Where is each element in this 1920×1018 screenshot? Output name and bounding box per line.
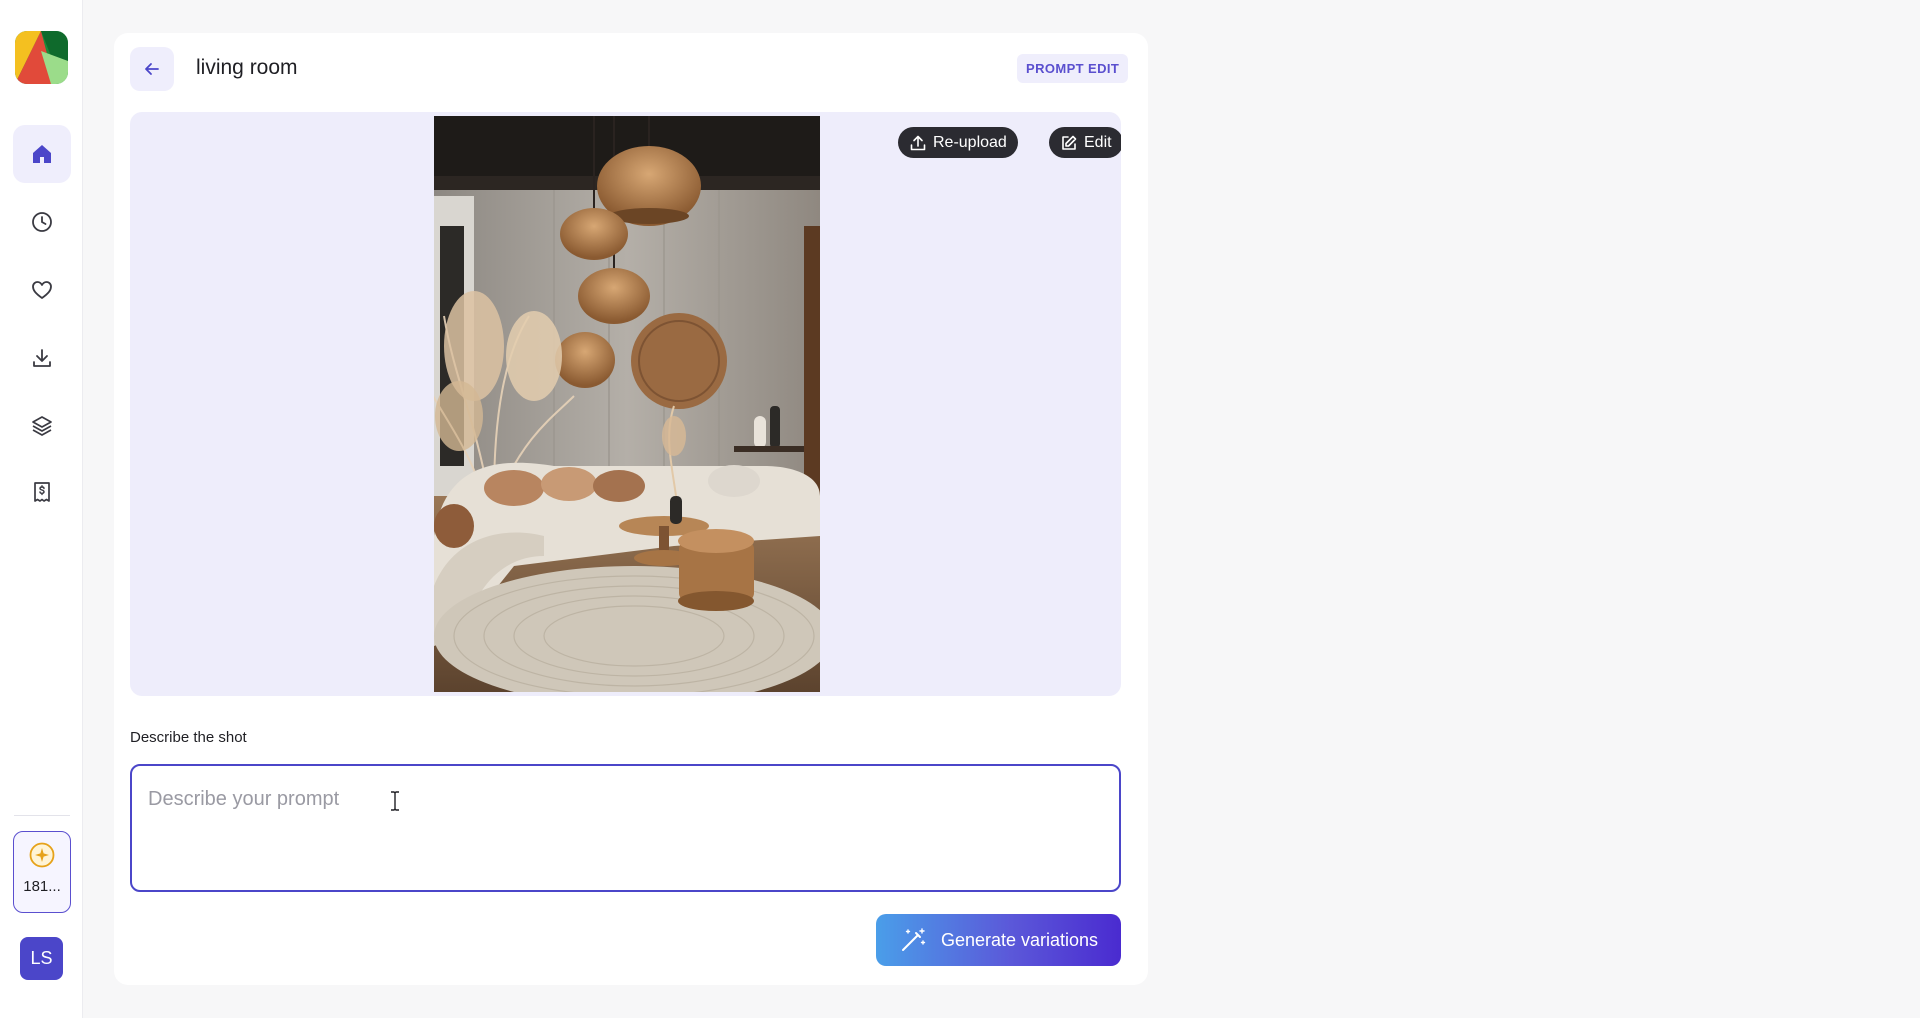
clock-icon [32, 212, 52, 232]
sidebar-divider [14, 815, 70, 816]
sidebar-item-history[interactable] [13, 193, 71, 251]
edit-label: Edit [1084, 133, 1112, 151]
edit-image-button[interactable]: Edit [1049, 127, 1121, 158]
upload-icon [910, 135, 926, 150]
edit-icon [1062, 135, 1077, 150]
download-icon [33, 349, 51, 367]
mode-badge: PROMPT EDIT [1017, 54, 1129, 83]
user-avatar[interactable]: LS [20, 937, 63, 980]
layers-icon [32, 416, 52, 436]
reupload-button[interactable]: Re-upload [898, 127, 1018, 158]
prompt-input[interactable] [130, 764, 1121, 892]
page-title: living room [196, 56, 298, 79]
sidebar-item-home[interactable] [13, 125, 71, 183]
heart-icon [32, 281, 52, 299]
credits-widget[interactable]: 181... [13, 831, 71, 913]
home-icon [33, 145, 51, 163]
sidebar-item-layers[interactable] [13, 396, 71, 454]
sidebar: 181... LS [0, 0, 83, 1018]
sidebar-item-billing[interactable] [13, 463, 71, 521]
back-button[interactable] [130, 47, 174, 91]
text-cursor-icon [391, 791, 399, 811]
sidebar-item-downloads[interactable] [13, 329, 71, 387]
sidebar-item-favorites[interactable] [13, 261, 71, 319]
credits-count: 181... [23, 878, 61, 895]
receipt-icon [34, 482, 50, 502]
app-logo[interactable] [15, 31, 68, 84]
magic-wand-icon [901, 928, 926, 951]
main-panel: living room PROMPT EDIT Re-upload Edit D… [114, 33, 1148, 985]
logo-icon [15, 31, 68, 84]
living-room-photo [434, 116, 820, 692]
generate-label: Generate variations [940, 929, 1099, 950]
reupload-label: Re-upload [933, 133, 1007, 151]
coin-icon [29, 842, 55, 868]
image-preview-area: Re-upload Edit [130, 112, 1121, 696]
arrow-left-icon [145, 63, 159, 75]
prompt-label: Describe the shot [130, 729, 247, 746]
uploaded-photo [434, 116, 820, 692]
generate-variations-button[interactable]: Generate variations [876, 914, 1121, 966]
